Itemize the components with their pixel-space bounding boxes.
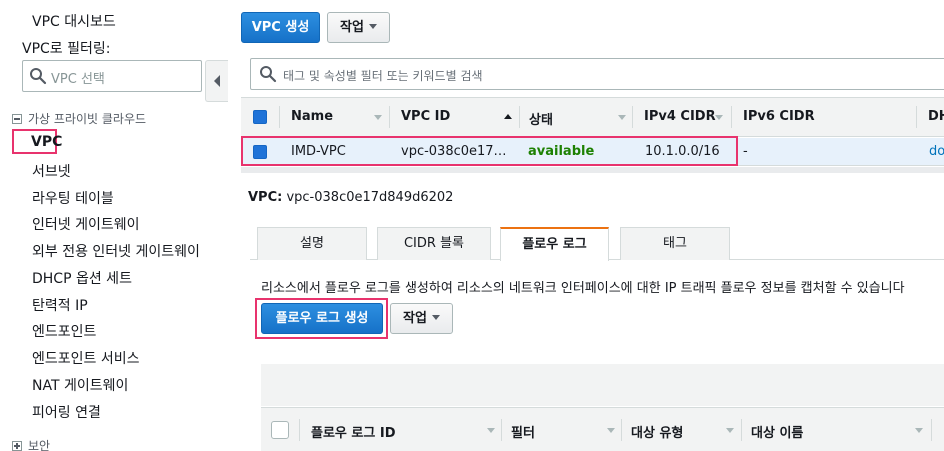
flow-log-actions-label: 작업 [403, 311, 427, 326]
actions-label: 작업 [340, 20, 364, 35]
create-vpc-button[interactable]: VPC 생성 [241, 12, 320, 43]
sidebar-nav: VPC 대시보드 VPC로 필터링: VPC 선택 가상 프라이빗 클라우드 V… [0, 0, 228, 451]
row-highlight-box [241, 136, 738, 166]
sidebar-item-egress-only-gateways[interactable]: 외부 전용 인터넷 게이트웨이 [32, 241, 200, 261]
column-ipv4-cidr[interactable]: IPv4 CIDR [644, 109, 716, 124]
sidebar-item-endpoint-services[interactable]: 엔드포인트 서비스 [32, 348, 140, 368]
detail-label: VPC: [248, 190, 283, 205]
flow-log-description: 리소스에서 플로우 로그를 생성하여 리소스의 네트워크 인터페이스에 대한 I… [261, 281, 905, 296]
detail-title: VPC: vpc-038c0e17d849d6202 [248, 190, 453, 205]
column-name[interactable]: Name [291, 109, 333, 124]
sort-icon[interactable] [607, 428, 615, 433]
horizontal-scrollbar[interactable] [241, 167, 944, 173]
tab-flow-logs[interactable]: 플로우 로그 [500, 227, 609, 261]
sort-icon[interactable] [374, 115, 382, 120]
sort-icon[interactable] [726, 428, 734, 433]
column-ipv6-cidr[interactable]: IPv6 CIDR [743, 109, 815, 124]
caret-down-icon [368, 24, 377, 29]
filter-search-input[interactable]: 태그 및 속성별 필터 또는 키워드별 검색 [250, 58, 944, 90]
collapse-minus-icon [12, 114, 22, 124]
vpc-table-header: Name VPC ID 상태 IPv4 CIDR IPv6 CIDR DH [241, 97, 944, 137]
actions-dropdown[interactable]: 작업 [327, 12, 390, 43]
sidebar-item-vpc-dashboard[interactable]: VPC 대시보드 [32, 11, 116, 31]
sidebar-item-dhcp-option-sets[interactable]: DHCP 옵션 세트 [32, 268, 132, 288]
section-security[interactable]: 보안 [12, 437, 50, 451]
filter-placeholder: 태그 및 속성별 필터 또는 키워드별 검색 [283, 69, 483, 83]
detail-vpc-id: vpc-038c0e17d849d6202 [286, 190, 454, 205]
main-content: VPC 생성 작업 태그 및 속성별 필터 또는 키워드별 검색 Name VP… [228, 0, 944, 451]
sidebar-item-peering-connections[interactable]: 피어링 연결 [32, 402, 101, 422]
column-filter[interactable]: 필터 [511, 422, 535, 441]
column-target-type[interactable]: 대상 유형 [631, 422, 683, 441]
vpc-filter-placeholder: VPC 선택 [51, 72, 105, 87]
sidebar-item-route-tables[interactable]: 라우팅 테이블 [32, 188, 114, 208]
section-virtual-private-cloud[interactable]: 가상 프라이빗 클라우드 [12, 110, 146, 127]
sort-icon[interactable] [915, 428, 923, 433]
sidebar-item-elastic-ips[interactable]: 탄력적 IP [32, 295, 88, 315]
sort-icon[interactable] [715, 115, 723, 120]
column-vpc-id[interactable]: VPC ID [401, 109, 450, 124]
column-status[interactable]: 상태 [529, 109, 553, 128]
sidebar-item-endpoints[interactable]: 엔드포인트 [32, 321, 96, 341]
vpc-console: VPC 대시보드 VPC로 필터링: VPC 선택 가상 프라이빗 클라우드 V… [0, 0, 944, 451]
sort-icon[interactable] [618, 115, 626, 120]
sort-ascending-icon[interactable] [504, 114, 512, 119]
cell-ipv6-cidr: - [743, 144, 748, 159]
cell-dhcp-link[interactable]: do [929, 144, 944, 159]
search-icon [30, 68, 47, 85]
flow-log-select-all-checkbox[interactable] [271, 421, 289, 439]
select-all-checkbox[interactable] [253, 110, 267, 124]
column-flow-log-id[interactable]: 플로우 로그 ID [311, 422, 395, 441]
column-dhcp[interactable]: DH [928, 109, 944, 124]
caret-down-icon [431, 315, 440, 320]
sort-icon[interactable] [487, 428, 495, 433]
search-icon [260, 66, 277, 83]
sidebar-item-vpc[interactable]: VPC [12, 129, 62, 154]
sidebar-item-nat-gateways[interactable]: NAT 게이트웨이 [32, 375, 128, 395]
vpc-filter-label: VPC로 필터링: [22, 41, 111, 57]
column-target-name[interactable]: 대상 이름 [751, 422, 803, 441]
create-flow-log-highlight [255, 298, 388, 339]
sidebar-item-internet-gateways[interactable]: 인터넷 게이트웨이 [32, 214, 140, 234]
flow-log-table-toolbar [261, 364, 944, 406]
tab-tags[interactable]: 태그 [620, 227, 730, 260]
sidebar-item-vpc-label: VPC [31, 134, 63, 150]
chevron-left-icon [214, 75, 220, 87]
vpc-filter-select[interactable]: VPC 선택 [22, 60, 202, 92]
tab-cidr-blocks[interactable]: CIDR 블록 [377, 227, 491, 260]
flow-log-table-header: 플로우 로그 ID 필터 대상 유형 대상 이름 [261, 407, 944, 451]
collapse-sidebar-button[interactable] [205, 60, 228, 102]
tab-description[interactable]: 설명 [257, 227, 367, 260]
sidebar-item-subnets[interactable]: 서브넷 [32, 161, 71, 181]
expand-plus-icon [12, 441, 22, 451]
flow-log-actions-dropdown[interactable]: 작업 [390, 303, 453, 334]
